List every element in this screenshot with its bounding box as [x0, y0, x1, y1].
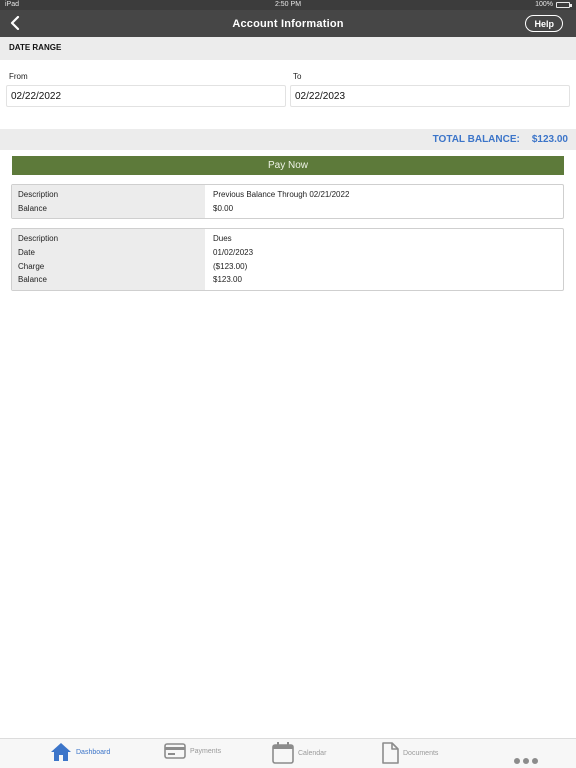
key-label: Description: [18, 234, 59, 244]
calendar-icon: [272, 742, 294, 764]
to-date-field[interactable]: 02/22/2023: [290, 85, 570, 107]
value-text: $0.00: [213, 203, 234, 213]
document-icon: [382, 742, 399, 764]
to-label: To: [293, 72, 302, 81]
battery-indicator: 100%: [535, 1, 572, 8]
navigation-bar: Account Information Help: [0, 10, 576, 37]
value-text: Dues: [213, 234, 232, 244]
tab-label: Payments: [190, 747, 222, 755]
key-label: Description: [18, 190, 59, 199]
date-range-section: From 02/22/2022 To 02/22/2023: [0, 60, 576, 129]
value-text: ($123.00): [213, 261, 248, 271]
from-date-field[interactable]: 02/22/2022: [6, 85, 286, 107]
card-icon: [164, 743, 186, 759]
home-icon: [51, 743, 71, 761]
tab-label: Documents: [403, 749, 439, 757]
value-text: $123.00: [213, 275, 242, 285]
total-balance-bar: TOTAL BALANCE: $123.00: [0, 129, 576, 150]
key-label: Balance: [18, 275, 47, 285]
status-time: 2:50 PM: [274, 1, 302, 8]
tab-label: Calendar: [298, 749, 327, 757]
value-text: Previous Balance Through 02/21/2022: [213, 190, 350, 199]
transaction-values: Previous Balance Through 02/21/2022 $0.0…: [205, 185, 563, 218]
from-label: From: [9, 72, 28, 81]
date-range-header: DATE RANGE: [0, 37, 576, 60]
tab-dashboard[interactable]: Dashboard: [50, 742, 110, 762]
from-date-group: From 02/22/2022: [6, 68, 286, 129]
value-text: 01/02/2023: [213, 248, 254, 258]
tab-payments[interactable]: Payments: [164, 742, 221, 760]
to-date-group: To 02/22/2023: [290, 68, 570, 129]
back-button[interactable]: [6, 14, 24, 32]
key-label: Balance: [18, 203, 47, 213]
tab-bar: Dashboard Payments Calendar Documents: [0, 738, 576, 768]
transaction-keys: Description Date Charge Balance: [12, 229, 205, 291]
chevron-left-icon: [10, 16, 20, 30]
total-balance-value: $123.00: [531, 134, 568, 145]
tab-calendar[interactable]: Calendar: [272, 742, 326, 764]
transaction-keys: Description Balance: [12, 185, 205, 219]
pay-now-button[interactable]: Pay Now: [12, 156, 564, 175]
page-title: Account Information: [232, 17, 344, 30]
key-label: Date: [18, 248, 35, 258]
total-balance-label: TOTAL BALANCE:: [432, 134, 520, 145]
battery-icon: [556, 1, 572, 8]
transaction-card: Description Balance Previous Balance Thr…: [11, 184, 564, 220]
tab-documents[interactable]: Documents: [381, 742, 438, 764]
key-label: Charge: [18, 261, 45, 271]
help-button[interactable]: Help: [525, 15, 563, 32]
transaction-card: Description Date Charge Balance Dues 01/…: [11, 228, 564, 292]
transaction-values: Dues 01/02/2023 ($123.00) $123.00: [205, 229, 563, 290]
battery-percent: 100%: [535, 1, 553, 8]
status-bar: iPad 2:50 PM 100%: [0, 0, 576, 10]
tab-label: Dashboard: [76, 748, 111, 756]
more-icon[interactable]: [514, 758, 538, 764]
